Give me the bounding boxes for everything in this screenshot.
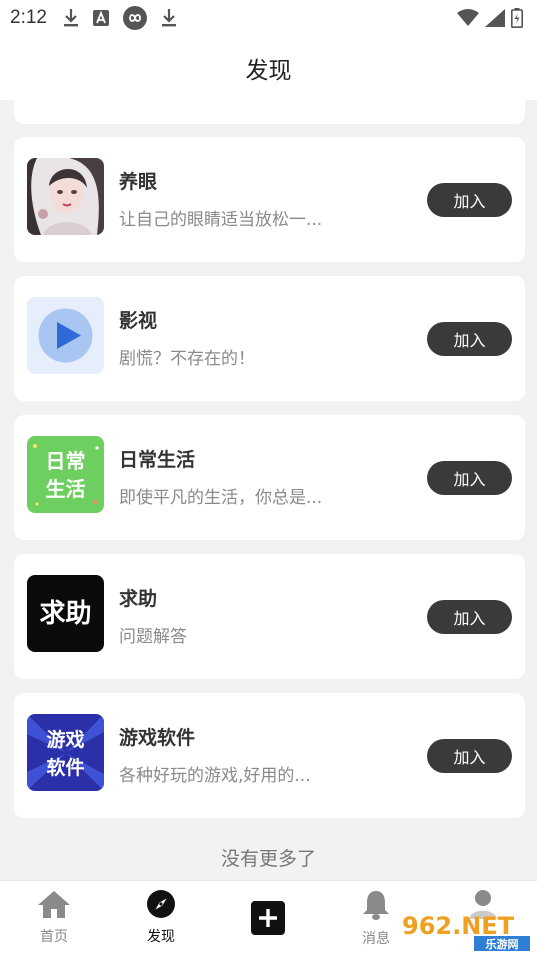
card-description: 各种好玩的游戏,好用的... xyxy=(119,766,311,786)
join-button[interactable]: 加入 xyxy=(427,739,512,773)
download-icon xyxy=(63,8,79,28)
join-button[interactable]: 加入 xyxy=(427,183,512,217)
daily-life-icon: 日常 生活 xyxy=(27,436,104,513)
list-item-yingshi[interactable]: 影视 剧慌？不存在的！ 加入 xyxy=(14,276,525,401)
discover-list[interactable]: 养眼 让自己的眼睛适当放松一... 加入 影视 剧慌？不存在的！ 加入 日常 生… xyxy=(0,100,537,880)
nav-item-discover[interactable]: 发现 xyxy=(126,889,196,946)
status-system-icons xyxy=(457,8,523,28)
join-button[interactable]: 加入 xyxy=(427,322,512,356)
infinity-icon xyxy=(122,6,147,30)
battery-icon xyxy=(511,8,523,28)
join-button[interactable]: 加入 xyxy=(427,461,512,495)
card-title: 求助 xyxy=(119,588,158,610)
list-item-yangyan[interactable]: 养眼 让自己的眼睛适当放松一... 加入 xyxy=(14,137,525,262)
add-icon xyxy=(251,901,285,939)
download-icon xyxy=(161,8,177,28)
svg-text:游戏: 游戏 xyxy=(46,728,84,751)
signal-icon xyxy=(485,9,505,27)
status-time: 2:12 xyxy=(10,7,47,28)
play-icon xyxy=(27,297,104,374)
nav-label: 首页 xyxy=(40,929,68,945)
page-header: 发现 xyxy=(0,36,537,100)
card-description: 问题解答 xyxy=(119,627,187,647)
svg-text:生活: 生活 xyxy=(46,477,86,501)
page-title: 发现 xyxy=(245,58,292,84)
game-software-icon: 游戏 软件 xyxy=(27,714,104,791)
wifi-icon xyxy=(457,9,479,27)
status-bar: 2:12 xyxy=(0,0,537,36)
list-item-help[interactable]: 求助 求助 问题解答 加入 xyxy=(14,554,525,679)
card-title: 影视 xyxy=(119,310,158,332)
svg-text:962.NET: 962.NET xyxy=(402,912,515,940)
svg-text:求助: 求助 xyxy=(39,599,91,629)
home-icon xyxy=(37,889,71,923)
list-item-daily-life[interactable]: 日常 生活 日常生活 即使平凡的生活，你总是... 加入 xyxy=(14,415,525,540)
list-item-game-software[interactable]: 游戏 软件 游戏软件 各种好玩的游戏,好用的... 加入 xyxy=(14,693,525,818)
help-icon: 求助 xyxy=(27,575,104,652)
card-description: 让自己的眼睛适当放松一... xyxy=(119,210,323,230)
compass-icon xyxy=(146,889,176,923)
svg-text:软件: 软件 xyxy=(46,756,84,779)
svg-text:乐游网: 乐游网 xyxy=(486,937,519,951)
card-description: 剧慌？不存在的！ xyxy=(119,349,255,369)
status-notification-icons xyxy=(63,6,177,30)
card-title: 日常生活 xyxy=(119,449,196,471)
end-of-list-text: 没有更多了 xyxy=(220,848,316,870)
card-title: 游戏软件 xyxy=(119,727,196,749)
portrait-avatar-icon xyxy=(27,158,104,235)
card-description: 即使平凡的生活，你总是... xyxy=(119,488,323,508)
bell-icon xyxy=(361,889,391,925)
nav-item-add[interactable] xyxy=(233,901,303,939)
join-button[interactable]: 加入 xyxy=(427,600,512,634)
nav-label: 发现 xyxy=(147,929,175,945)
site-watermark: 962.NET 乐游网 xyxy=(398,908,532,952)
card-title: 养眼 xyxy=(119,171,158,193)
nav-label: 消息 xyxy=(362,931,390,947)
list-item-partial[interactable] xyxy=(14,100,525,124)
a-box-icon xyxy=(92,10,109,26)
nav-item-home[interactable]: 首页 xyxy=(19,889,89,946)
svg-text:日常: 日常 xyxy=(46,449,86,473)
